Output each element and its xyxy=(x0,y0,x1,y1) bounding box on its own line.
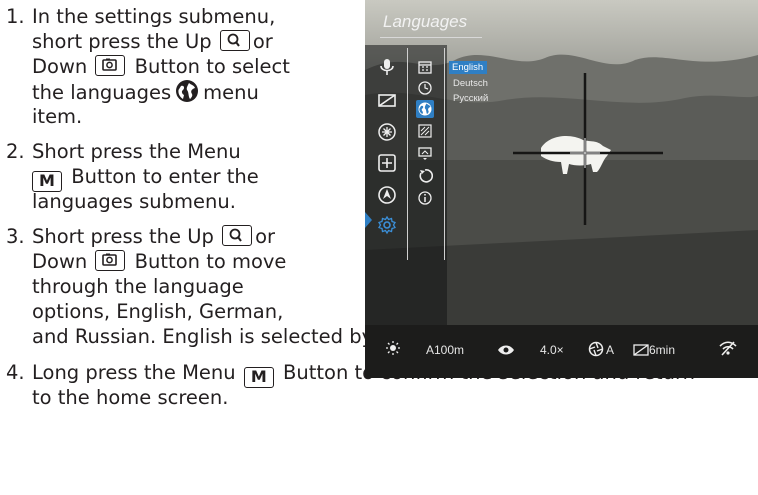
step-number: 3. xyxy=(6,225,25,248)
step-text: Short press the Menu xyxy=(32,140,241,163)
step-number: 4. xyxy=(6,361,25,384)
range-readout: A100m xyxy=(426,343,465,357)
up-button-icon xyxy=(219,30,250,51)
step-4-line-2: to the home screen. xyxy=(32,385,228,410)
eye-icon xyxy=(497,342,515,361)
step-1: 1. In the settings submenu, xyxy=(6,4,275,29)
step-text: through the language xyxy=(32,275,244,298)
wifi-off-icon xyxy=(718,340,738,360)
step-2: 2. Short press the Menu xyxy=(6,139,241,164)
title-underline xyxy=(380,37,482,38)
language-option-russian[interactable]: Русский xyxy=(453,93,488,104)
screen-title: Languages xyxy=(383,12,468,31)
step-1-line-3: Down Button to select xyxy=(32,54,290,79)
step-text: Button to enter the xyxy=(71,165,259,188)
step-text: Down xyxy=(32,55,88,78)
clock-icon[interactable] xyxy=(417,80,433,96)
selection-arrow-icon xyxy=(365,212,372,228)
info-icon[interactable] xyxy=(417,190,433,206)
step-3: 3. Short press the Up or xyxy=(6,224,275,249)
microphone-icon[interactable] xyxy=(377,57,397,77)
step-text: item. xyxy=(32,105,83,128)
screen-icon[interactable] xyxy=(417,145,433,161)
display-off-timer-icon xyxy=(633,342,649,361)
up-button-icon xyxy=(222,225,253,246)
menu-divider xyxy=(407,48,408,260)
device-screen: Languages English Deutsch Русский A100m … xyxy=(365,0,758,378)
step-text: In the settings submenu, xyxy=(32,5,276,28)
grid-plus-icon[interactable] xyxy=(377,153,397,173)
step-text: short press the Up xyxy=(32,30,212,53)
brightness-icon[interactable] xyxy=(377,122,397,142)
step-text: or xyxy=(255,225,276,248)
down-button-icon xyxy=(95,250,126,271)
menu-button-icon: M xyxy=(243,367,274,388)
zoom-readout: 4.0× xyxy=(540,343,564,357)
restore-icon[interactable] xyxy=(417,168,434,184)
submenu-divider xyxy=(444,48,445,260)
calendar-icon[interactable] xyxy=(417,59,433,75)
calibration-icon[interactable] xyxy=(417,123,433,139)
aperture-icon xyxy=(588,341,604,361)
display-off-icon[interactable] xyxy=(377,90,397,110)
step-number: 2. xyxy=(6,140,25,163)
step-text: Down xyxy=(32,250,88,273)
step-text: or xyxy=(252,30,273,53)
step-1-line-5: item. xyxy=(32,104,82,129)
step-text: Button to select xyxy=(134,55,290,78)
step-text: Long press the Menu xyxy=(32,361,236,384)
auto-off-readout: 6min xyxy=(649,343,676,357)
step-text: menu xyxy=(203,81,259,104)
step-text: options, English, German, xyxy=(32,300,284,323)
compass-icon[interactable] xyxy=(377,185,397,205)
step-text: Button to move xyxy=(134,250,287,273)
brightness-sun-icon xyxy=(385,340,401,360)
step-text: the languages xyxy=(32,81,172,104)
settings-icon[interactable] xyxy=(377,215,397,235)
step-2-line-3: languages submenu. xyxy=(32,189,236,214)
step-text: languages submenu. xyxy=(32,190,236,213)
down-button-icon xyxy=(95,55,126,76)
step-2-line-2: M Button to enter the xyxy=(32,164,259,192)
status-bar: A100m 4.0× A 6min xyxy=(365,325,758,378)
aperture-readout: A xyxy=(606,343,615,357)
language-option-german[interactable]: Deutsch xyxy=(453,78,488,89)
step-text: to the home screen. xyxy=(32,386,229,409)
step-text: Short press the Up xyxy=(32,225,214,248)
step-number: 1. xyxy=(6,5,25,28)
step-3-line-4: options, English, German, xyxy=(32,299,283,324)
globe-icon[interactable] xyxy=(416,100,434,118)
globe-icon xyxy=(175,79,199,109)
step-3-line-2: Down Button to move xyxy=(32,249,286,274)
step-3-line-3: through the language xyxy=(32,274,244,299)
step-1-line-2: short press the Up or xyxy=(32,29,273,54)
language-option-english[interactable]: English xyxy=(449,61,488,74)
